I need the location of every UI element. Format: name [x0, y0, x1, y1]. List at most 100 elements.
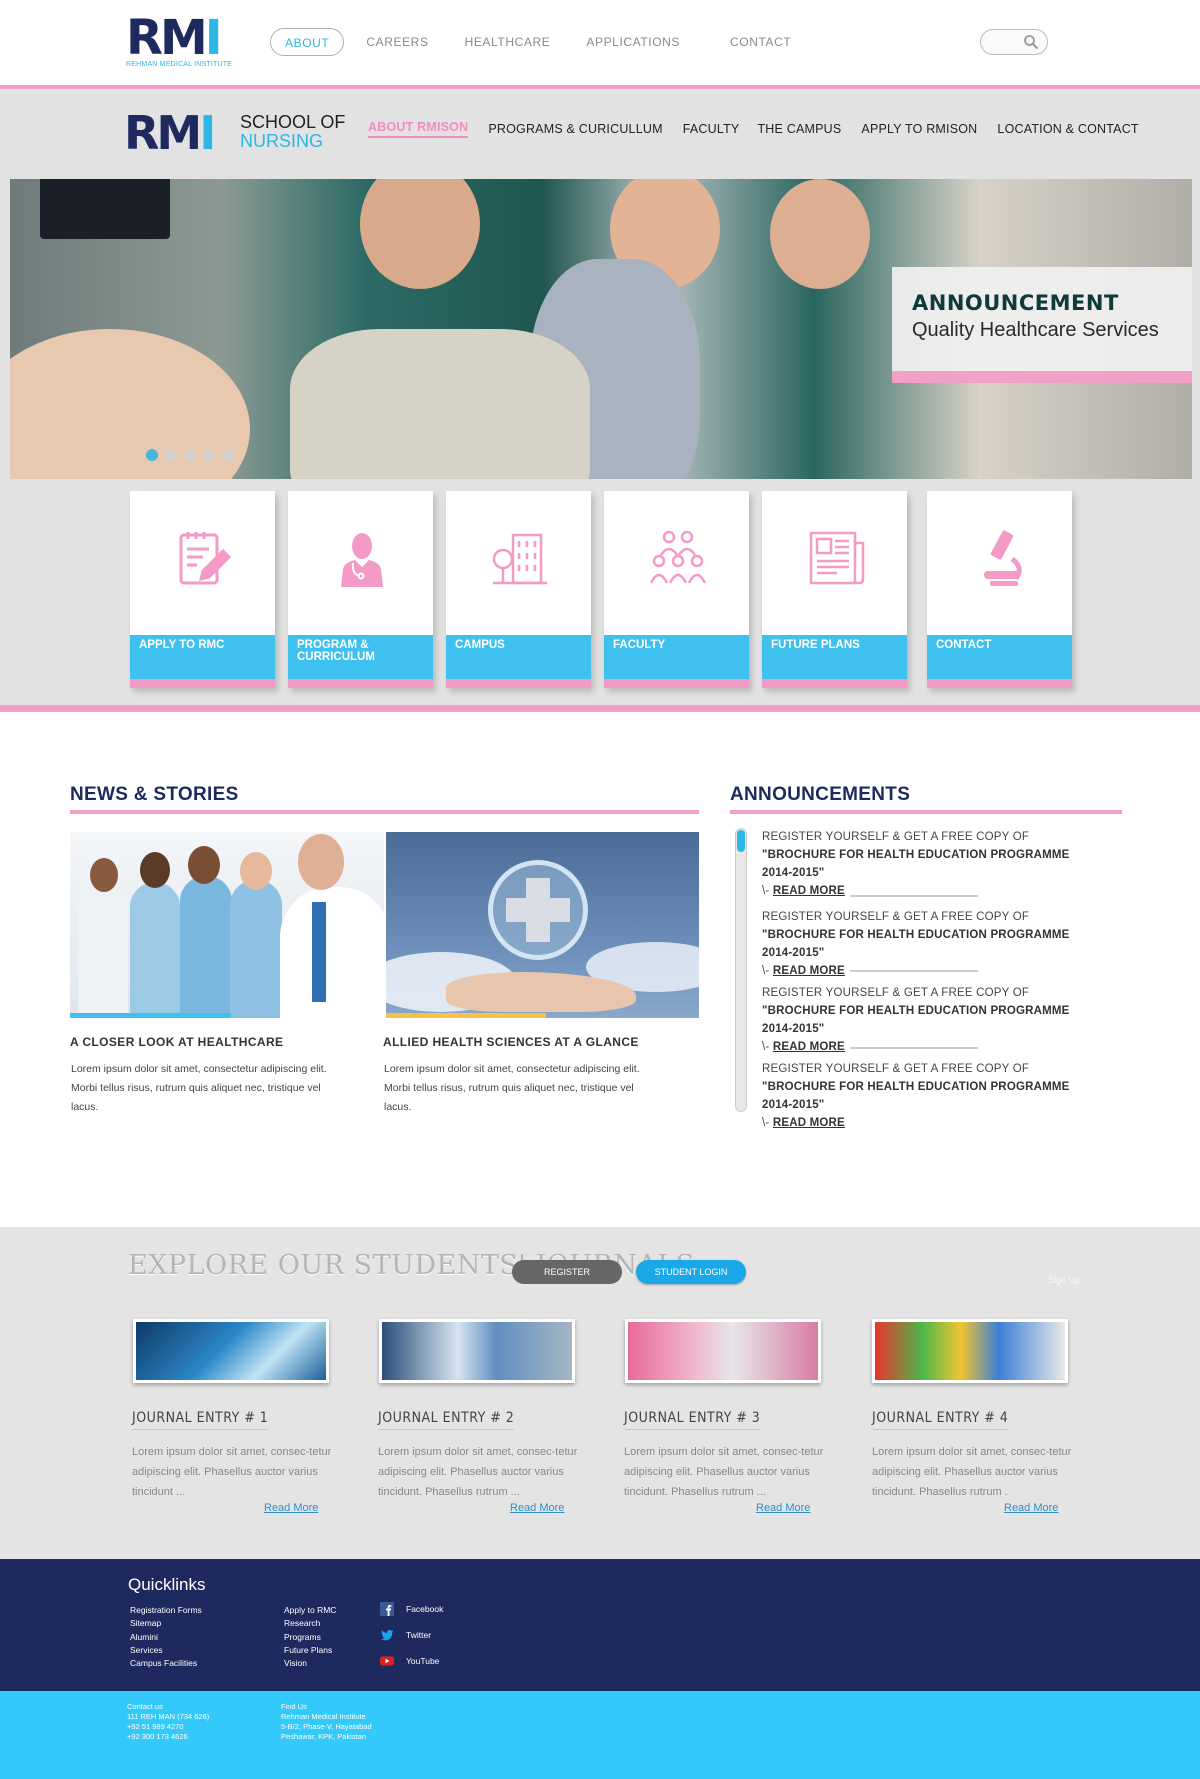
logo-rm: RM	[126, 10, 208, 66]
journal-read-more-3[interactable]: Read More	[756, 1502, 810, 1514]
social-facebook[interactable]: Facebook	[380, 1602, 443, 1616]
social-label: Twitter	[406, 1630, 432, 1640]
card-accent	[762, 679, 907, 688]
slider-dot[interactable]	[222, 449, 234, 461]
clipboard-edit-icon	[179, 532, 232, 585]
schoolnav-campus[interactable]: THE CAMPUS	[757, 122, 841, 136]
topnav-careers[interactable]: CAREERS	[352, 28, 442, 56]
journal-image-2[interactable]	[379, 1319, 575, 1383]
news-photo-figure	[78, 872, 128, 1018]
journal-image-4[interactable]	[872, 1319, 1068, 1383]
scrollbar-thumb[interactable]	[737, 830, 745, 852]
footer-link[interactable]: Campus Facilities	[130, 1657, 202, 1670]
read-more-link[interactable]: READ MORE	[773, 885, 845, 897]
contact-line: 111 REH MAN (734 626)	[127, 1712, 210, 1721]
announcement-dash: \-	[762, 885, 773, 897]
card-campus[interactable]: CAMPUS	[446, 491, 591, 688]
read-more-link[interactable]: READ MORE	[773, 1117, 845, 1129]
announcement-prefix: REGISTER YOURSELF & GET A FREE COPY OF	[762, 1063, 1030, 1075]
schoolnav-location[interactable]: LOCATION & CONTACT	[997, 122, 1138, 136]
schoolnav-programs[interactable]: PROGRAMS & CURICULLUM	[488, 122, 662, 136]
footer-link[interactable]: Apply to RMC	[284, 1604, 336, 1617]
announcement-accent	[892, 371, 1192, 383]
journal-read-more-2[interactable]: Read More	[510, 1502, 564, 1514]
announcements-title: ANNOUNCEMENTS	[730, 784, 911, 805]
youtube-icon	[380, 1656, 394, 1666]
logo-subtitle: REHMAN MEDICAL INSTITUTE	[126, 61, 233, 68]
group-icon	[649, 530, 707, 584]
school-nav: ABOUT RMISON PROGRAMS & CURICULLUM FACUL…	[368, 120, 1159, 138]
footer-link[interactable]: Programs	[284, 1631, 336, 1644]
read-more-link[interactable]: READ MORE	[773, 965, 845, 977]
rmi-logo[interactable]: RMI	[126, 14, 223, 62]
card-contact[interactable]: CONTACT	[927, 491, 1072, 688]
announcement-dash: \-	[762, 1117, 773, 1129]
news-caption-1[interactable]: A CLOSER LOOK AT HEALTHCARE	[70, 1035, 283, 1049]
footer-link[interactable]: Research	[284, 1617, 336, 1630]
news-image-healthcare[interactable]	[70, 832, 384, 1018]
school-title-line1: SCHOOL OF	[240, 112, 346, 132]
student-login-button[interactable]: STUDENT LOGIN	[636, 1260, 746, 1284]
search-input[interactable]	[980, 29, 1048, 55]
hero-photo-figure	[290, 329, 590, 479]
social-twitter[interactable]: Twitter	[380, 1628, 431, 1642]
schoolnav-apply[interactable]: APPLY TO RMISON	[861, 122, 977, 136]
footer-link[interactable]: Services	[130, 1644, 202, 1657]
slider-dot[interactable]	[203, 449, 215, 461]
register-button[interactable]: REGISTER	[512, 1260, 622, 1284]
hero-slider[interactable]: ANNOUNCEMENT Quality Healthcare Services	[10, 179, 1192, 479]
card-apply[interactable]: APPLY TO RMC	[130, 491, 275, 688]
journal-text-3: Lorem ipsum dolor sit amet, consec-tetur…	[624, 1446, 824, 1498]
journal-title-3[interactable]: JOURNAL ENTRY # 3	[624, 1410, 761, 1430]
announcement-separator	[850, 970, 978, 972]
school-logo-i: I	[199, 106, 216, 160]
social-youtube[interactable]: YouTube	[380, 1654, 439, 1668]
news-photo-figure	[140, 852, 170, 888]
footer-link[interactable]: Sitemap	[130, 1617, 202, 1630]
announcement-prefix: REGISTER YOURSELF & GET A FREE COPY OF	[762, 987, 1030, 999]
image-accent	[386, 1013, 546, 1018]
journal-read-more-4[interactable]: Read More	[1004, 1502, 1058, 1514]
journal-title-1[interactable]: JOURNAL ENTRY # 1	[132, 1410, 269, 1430]
journal-image-3[interactable]	[625, 1319, 821, 1383]
footer-link[interactable]: Vision	[284, 1657, 336, 1670]
card-future-plans[interactable]: FUTURE PLANS	[762, 491, 907, 688]
announcements-scrollbar[interactable]	[735, 828, 747, 1112]
journal-title-4[interactable]: JOURNAL ENTRY # 4	[872, 1410, 1009, 1430]
social-label: Facebook	[406, 1604, 444, 1614]
news-caption-2[interactable]: ALLIED HEALTH SCIENCES AT A GLANCE	[383, 1035, 639, 1049]
topnav-contact[interactable]: CONTACT	[716, 28, 805, 56]
topnav-about[interactable]: ABOUT	[270, 28, 345, 56]
school-title-line2: NURSING	[240, 131, 324, 151]
journal-read-more-1[interactable]: Read More	[264, 1502, 318, 1514]
slider-dot[interactable]	[184, 449, 196, 461]
news-underline	[70, 810, 699, 814]
announcement-bold: "BROCHURE FOR HEALTH EDUCATION PROGRAMME…	[762, 1081, 1070, 1111]
section-divider	[0, 705, 1200, 712]
contact-heading: Contact us	[127, 1702, 163, 1711]
journal-image-1[interactable]	[133, 1319, 329, 1383]
journal-title-2[interactable]: JOURNAL ENTRY # 2	[378, 1410, 515, 1430]
announcement-separator	[850, 1047, 978, 1049]
school-logo[interactable]: RMI	[124, 110, 216, 156]
news-image-allied[interactable]	[386, 832, 699, 1018]
quicklinks-title: Quicklinks	[128, 1575, 206, 1594]
topnav-applications[interactable]: APPLICATIONS	[572, 28, 694, 56]
footer-link[interactable]: Registration Forms	[130, 1604, 202, 1617]
read-more-link[interactable]: READ MORE	[773, 1041, 845, 1053]
card-faculty[interactable]: FACULTY	[604, 491, 749, 688]
footer-link[interactable]: Alumini	[130, 1631, 202, 1644]
search-icon[interactable]	[1023, 34, 1039, 50]
school-title: SCHOOL OF NURSING	[240, 113, 345, 151]
signup-link[interactable]: Sign Up	[1048, 1275, 1080, 1285]
card-program[interactable]: PROGRAM & CURRICULUM	[288, 491, 433, 688]
schoolnav-faculty[interactable]: FACULTY	[683, 122, 740, 136]
slider-dot[interactable]	[146, 449, 158, 461]
slider-dot[interactable]	[165, 449, 177, 461]
card-accent	[927, 679, 1072, 688]
card-label: FACULTY	[613, 639, 666, 651]
footer-link[interactable]: Future Plans	[284, 1644, 336, 1657]
contact-info: Contact us 111 REH MAN (734 626) +92 51 …	[127, 1702, 209, 1742]
topnav-healthcare[interactable]: HEALTHCARE	[451, 28, 565, 56]
schoolnav-about-rmison[interactable]: ABOUT RMISON	[368, 120, 469, 138]
